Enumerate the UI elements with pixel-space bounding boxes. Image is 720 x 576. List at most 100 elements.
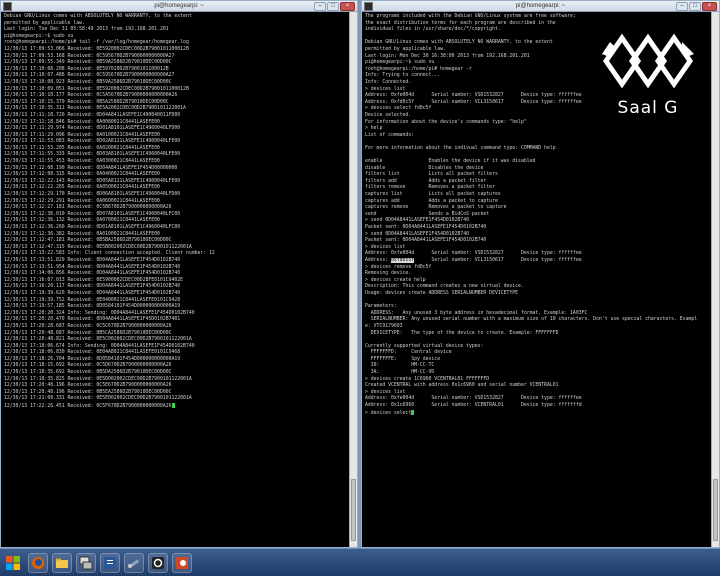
terminal-line: 12/30/13 17:09:53.066 Received: 0E592000… (4, 46, 189, 52)
terminal-line: SERIALNUMBER: Any unused serial number w… (365, 317, 698, 323)
terminal-line: 12/30/13 17:12:47.181 Received: 0B5BA258… (4, 238, 172, 244)
title-bar[interactable]: pi@homegearpi: ~ – □ × (1, 1, 357, 12)
taskbar (0, 548, 720, 576)
windows-logo-icon (6, 555, 20, 570)
terminal-line: > devices select (365, 409, 709, 417)
terminal-line: 3A: HM-CC-VD (365, 370, 435, 376)
terminal-line: 12/30/13 17:09:55.349 Received: 0B59A258… (4, 60, 172, 66)
firefox-taskbar-button[interactable] (28, 552, 48, 573)
terminal-line: 12/30/13 17:12:29.170 Received: 0D06A810… (4, 192, 181, 198)
scroll-thumb[interactable] (351, 479, 356, 541)
maximize-button[interactable]: □ (327, 2, 339, 11)
powerpoint-taskbar-button[interactable] (172, 552, 192, 573)
terminal-line: 12/30/13 17:10:07.486 Received: 0C595670… (4, 73, 175, 79)
terminal-window-left[interactable]: pi@homegearpi: ~ – □ × Debian GNU/Linux … (0, 0, 358, 548)
terminal-line: For more information about the indivual … (365, 145, 556, 151)
selected-text[interactable]: 0xfd0c5f (391, 257, 415, 263)
terminal-line: e: VTC9179603 (365, 323, 403, 329)
terminal-line: 12/30/13 17:11:29.974 Received: 0D01A810… (4, 126, 181, 132)
terminal-line: 12/30/13 17:20:28.687 Received: 0C5C670D… (4, 323, 172, 329)
terminal-line: 12/30/13 17:22:26.451 Received: 0C5F670D… (4, 403, 347, 410)
terminal-line: 12/30/13 17:10:35.311 Received: 0E5A2002… (4, 106, 186, 112)
terminal-line: 12/30/13 17:16:20.117 Received: 0D04A844… (4, 284, 181, 290)
terminal-line: Description: This command creates a new … (365, 284, 524, 290)
terminal-line: FFFFFFFD: Central device (365, 350, 452, 356)
terminal-line: 12/30/13 17:20:20.470 Received: 0D04A844… (4, 317, 181, 323)
terminal-line: captures remove Removes a packet to capt… (365, 205, 507, 211)
terminal-line: 12/30/13 17:12:27.181 Received: 0C5B670D… (4, 205, 172, 211)
terminal-line: Created VCENTRAL with address 0x1c6960 a… (365, 383, 559, 389)
putty-icon (79, 556, 93, 569)
terminal-output[interactable]: Debian GNU/Linux comes with ABSOLUTELY N… (1, 12, 350, 547)
terminal-line: 12/30/13 17:10:08.923 Received: 0B59A258… (4, 79, 172, 85)
maximize-button[interactable]: □ (689, 2, 701, 11)
logo-text: Saal G (617, 98, 679, 118)
terminal-line: 12/30/13 17:11:55.453 Received: 0A030002… (4, 159, 160, 165)
window-title: pi@homegearpi: ~ (154, 3, 204, 9)
word-icon (104, 556, 116, 569)
terminal-line: 12/30/13 17:14:06.856 Received: 0D04A844… (4, 271, 181, 277)
camtasia-taskbar-button[interactable] (148, 552, 168, 573)
minimize-button[interactable]: – (676, 2, 688, 11)
terminal-line: Removing device. (365, 271, 412, 277)
terminal-line: The programs included with the Debian GN… (365, 14, 576, 19)
terminal-line: root@homegearpi:/home/pi# tail -f /var/l… (4, 40, 189, 46)
terminal-line: List of commands: (365, 132, 415, 138)
powerpoint-icon (176, 556, 188, 569)
start-button[interactable] (2, 553, 24, 573)
terminal-line: Packet sent: 0D04A8441LASEFE1F454D0102B7… (365, 225, 487, 230)
terminal-line: Parameters: (365, 304, 397, 310)
text-cursor (171, 403, 175, 409)
terminal-line: captures list Lists all packet captures (365, 192, 501, 198)
terminal-line: Packet sent: 0D04A8441LASEFE1F454D0102B7… (365, 238, 487, 244)
terminal-line: 12/30/13 17:12:36.260 Received: 0D01A810… (4, 225, 181, 230)
close-button[interactable]: × (340, 2, 355, 11)
file-explorer-taskbar-button[interactable] (52, 552, 72, 573)
firefox-icon (32, 556, 44, 569)
window-title: pi@homegearpi: ~ (515, 3, 566, 9)
scroll-thumb[interactable] (713, 479, 718, 541)
text-cursor (411, 409, 415, 415)
terminal-line: 12/30/13 17:13:51.829 Received: 0D04A844… (4, 257, 181, 263)
terminal-line: 12/30/13 17:18:06.830 Received: 0E04A802… (4, 350, 181, 356)
tool-taskbar-button[interactable] (124, 552, 144, 573)
folder-icon (56, 558, 68, 568)
terminal-line: 12/30/13 17:20:48.821 Received: 0E5C0020… (4, 337, 192, 343)
putty-taskbar-button[interactable] (76, 552, 96, 573)
terminal-line: enable Enables the device if it was disa… (365, 159, 536, 165)
terminal-line: > send 0D04A8441LASEFE1F454D0102B740 (365, 218, 469, 224)
terminal-line: 12/30/13 17:12:36.132 Received: 0A070002… (4, 218, 160, 224)
terminal-line: > devices remove fd0c5f (365, 264, 432, 270)
terminal-line: 12/30/13 17:11:53.083 Received: 0D02A812… (4, 139, 181, 145)
close-button[interactable]: × (702, 2, 717, 11)
scrollbar[interactable] (349, 12, 357, 547)
wrench-icon (128, 558, 140, 568)
record-icon (152, 556, 164, 569)
terminal-line: 12/30/13 17:18:35.692 Received: 0B5DA258… (4, 370, 172, 376)
terminal-line: 12/30/13 17:11:18.720 Received: 0D04A841… (4, 112, 181, 118)
saal-g-logo: Saal G (598, 24, 698, 128)
terminal-line: Address: 0xfe004d Serial number: VSD1532… (365, 251, 582, 257)
terminal-line: 12/30/13 17:21:08.331 Received: 0E5E0020… (4, 396, 192, 402)
title-bar[interactable]: pi@homegearpi: ~ – □ × (362, 1, 719, 12)
terminal-line: 12/30/13 17:20:48.196 Received: 0C5E670D… (4, 383, 172, 389)
terminal-line: Usage: devices create ADDRESS SERIALNUMB… (365, 290, 519, 296)
terminal-line: filters list Lists all packet filters (365, 172, 498, 178)
terminal-line: Last login: Tue Dec 31 05:58:49 2013 fro… (4, 27, 169, 33)
scrollbar[interactable] (711, 12, 719, 547)
terminal-line: Address: 0xfd0c5f Serial number: VCL3150… (365, 257, 582, 263)
terminal-line: 12/30/13 17:13:22.583 Info: Client conne… (4, 251, 215, 257)
terminal-line: 12/30/13 17:19:57.185 Received: 0D058410… (4, 304, 181, 310)
terminal-line: 12/30/13 17:12:08.315 Received: 0A040002… (4, 172, 160, 178)
logo-mark-icon (602, 33, 694, 89)
minimize-button[interactable]: – (314, 2, 326, 11)
terminal-line: 12/30/13 17:10:10.177 Received: 0C5A5670… (4, 93, 178, 99)
terminal-line: 12/30/13 17:19:39.620 Received: 0D04A844… (4, 290, 181, 296)
word-taskbar-button[interactable] (100, 552, 120, 573)
terminal-line: DEVICETYPE: The type of the device to cr… (365, 330, 559, 336)
terminal-line: Address: 0x1c6960 Serial number: VCENTRA… (365, 403, 582, 409)
terminal-line: Debian GNU/Linux comes with ABSOLUTELY N… (4, 14, 192, 19)
